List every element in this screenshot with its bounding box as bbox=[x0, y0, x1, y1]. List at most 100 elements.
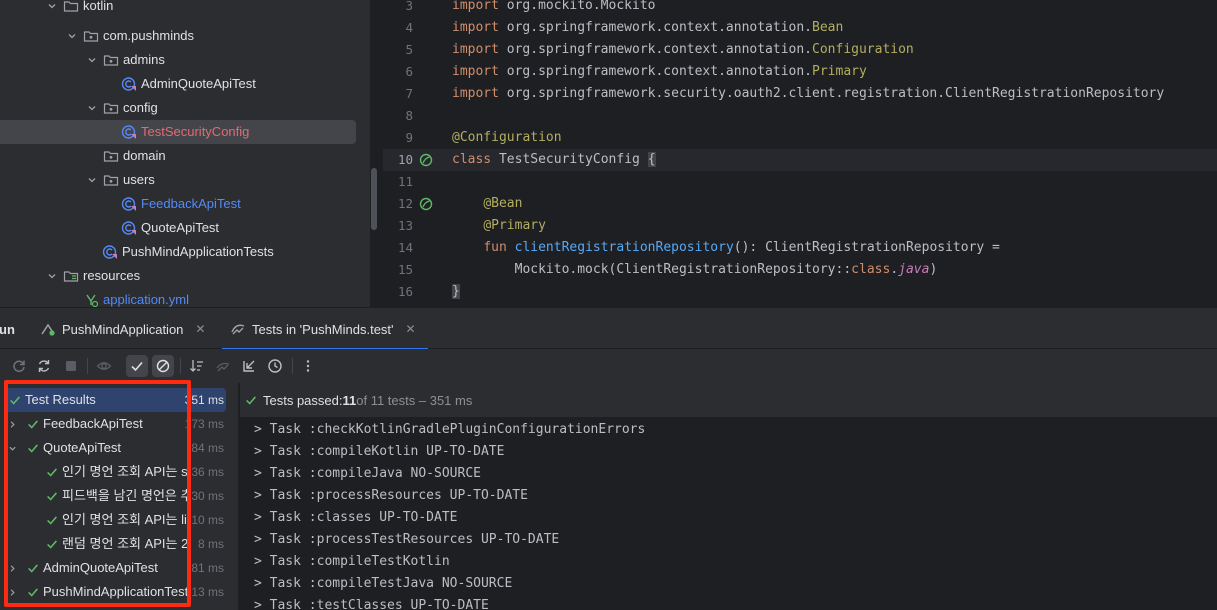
code-line[interactable]: 4 import org.springframework.context.annot… bbox=[383, 17, 1217, 39]
test-result-row[interactable]: 인기 명언 조회 API는 sc 36 ms bbox=[0, 460, 238, 484]
line-number: 7 bbox=[405, 86, 413, 101]
project-tree-item[interactable]: kotlin bbox=[45, 0, 113, 18]
code-line[interactable]: 9 @Configuration bbox=[383, 127, 1217, 149]
toolbar-separator bbox=[180, 358, 181, 374]
rerun-button[interactable] bbox=[8, 355, 30, 377]
code-line[interactable]: 5 import org.springframework.context.annot… bbox=[383, 39, 1217, 61]
code-line[interactable]: 6 import org.springframework.context.annot… bbox=[383, 61, 1217, 83]
tab-label: Tests in 'PushMinds.test' bbox=[252, 321, 394, 337]
tab-label: PushMindApplication bbox=[62, 321, 184, 337]
project-tree-item[interactable]: TestSecurityConfig bbox=[0, 120, 356, 144]
console-line: > Task :checkKotlinGradlePluginConfigura… bbox=[254, 422, 646, 437]
chevron-down-icon[interactable] bbox=[6, 441, 18, 455]
project-tree-item-label: com.pushminds bbox=[103, 28, 195, 43]
show-passed-button[interactable] bbox=[126, 355, 148, 377]
code-line[interactable]: 10 class TestSecurityConfig { bbox=[383, 149, 1217, 171]
test-result-row[interactable]: 랜덤 명언 조회 API는 20 8 ms bbox=[0, 532, 238, 556]
code-line[interactable]: 14 fun clientRegistrationRepository(): C… bbox=[383, 237, 1217, 259]
code-token: } bbox=[452, 284, 460, 299]
project-tree-item[interactable]: admins bbox=[85, 48, 165, 72]
line-number: 12 bbox=[397, 196, 413, 211]
project-tree-item[interactable]: users bbox=[85, 168, 155, 192]
line-number: 4 bbox=[405, 20, 413, 35]
test-result-row[interactable]: PushMindApplicationTests 13 ms bbox=[0, 580, 238, 604]
chevron-down-icon[interactable] bbox=[85, 53, 99, 67]
code-token: ) bbox=[929, 262, 938, 277]
run-tool-window-tabs: un PushMindApplication ✕ Tests in 'PushM… bbox=[0, 307, 1217, 350]
tab-tests-in-pushminds[interactable]: Tests in 'PushMinds.test' ✕ bbox=[222, 308, 428, 350]
console-line: > Task :compileTestJava NO-SOURCE bbox=[254, 576, 513, 591]
chevron-down-icon[interactable] bbox=[45, 269, 59, 283]
project-tree-item[interactable]: AdminQuoteApiTest bbox=[121, 72, 256, 96]
code-line[interactable]: 15 Mockito.mock(ClientRegistrationReposi… bbox=[383, 259, 1217, 281]
chevron-right-icon[interactable] bbox=[6, 585, 18, 599]
line-number: 14 bbox=[397, 240, 413, 255]
chevron-down-icon[interactable] bbox=[45, 0, 59, 13]
close-icon[interactable]: ✕ bbox=[406, 322, 416, 336]
tests-passed-detail: of 11 tests – 351 ms bbox=[356, 392, 473, 408]
rerun-icon bbox=[13, 360, 25, 373]
tests-passed-label: Tests passed: bbox=[263, 392, 343, 408]
tree-scrollbar[interactable] bbox=[371, 168, 377, 230]
project-tree-item[interactable]: QuoteApiTest bbox=[121, 216, 219, 240]
show-ignored-button[interactable] bbox=[152, 355, 174, 377]
history-button[interactable] bbox=[264, 355, 286, 377]
import-tests-button[interactable] bbox=[212, 355, 234, 377]
project-tree-item[interactable]: config bbox=[85, 96, 158, 120]
test-result-row[interactable]: QuoteApiTest 84 ms bbox=[0, 436, 238, 460]
code-token: class bbox=[452, 152, 492, 167]
sort-icon bbox=[190, 360, 203, 372]
test-passed-icon bbox=[45, 465, 59, 479]
console-output[interactable]: > Task :checkKotlinGradlePluginConfigura… bbox=[240, 417, 1217, 610]
test-duration: 84 ms bbox=[191, 441, 224, 455]
test-name: AdminQuoteApiTest bbox=[43, 560, 158, 575]
code-token: @Primary bbox=[483, 218, 546, 233]
test-passed-icon bbox=[8, 393, 22, 407]
project-tree-item[interactable]: domain bbox=[103, 144, 166, 168]
chevron-down-icon[interactable] bbox=[85, 101, 99, 115]
project-tree-item[interactable]: FeedbackApiTest bbox=[121, 192, 241, 216]
chevron-right-icon[interactable] bbox=[6, 561, 18, 575]
line-number: 16 bbox=[397, 284, 413, 299]
project-tree-item-label: application.yml bbox=[103, 292, 189, 307]
code-line[interactable]: 16} bbox=[383, 281, 1217, 303]
package-icon bbox=[103, 100, 119, 116]
line-number: 15 bbox=[397, 262, 413, 277]
test-result-row[interactable]: Test Results 351 ms bbox=[0, 388, 238, 412]
spring-bean-icon[interactable] bbox=[419, 153, 433, 167]
collapse-button[interactable] bbox=[238, 355, 260, 377]
chevron-down-icon[interactable] bbox=[65, 29, 79, 43]
code-line[interactable]: 11 bbox=[383, 171, 1217, 193]
chevron-down-icon[interactable] bbox=[85, 173, 99, 187]
chevron-right-icon[interactable] bbox=[6, 417, 18, 431]
stop-button[interactable] bbox=[60, 355, 82, 377]
test-result-row[interactable]: 인기 명언 조회 API는 lin 10 ms bbox=[0, 508, 238, 532]
test-result-row[interactable]: AdminQuoteApiTest 81 ms bbox=[0, 556, 238, 580]
close-icon[interactable]: ✕ bbox=[195, 322, 205, 336]
code-line[interactable]: 8 bbox=[383, 105, 1217, 127]
project-tree-item[interactable]: com.pushminds bbox=[65, 24, 194, 48]
code-line[interactable]: 7 import org.springframework.security.oaut… bbox=[383, 83, 1217, 105]
show-ignored-icon bbox=[156, 359, 170, 373]
code-editor[interactable]: 3 import org.mockito.Mockito 4 import org.spr… bbox=[383, 0, 1217, 307]
code-text: import org.springframework.context.annota… bbox=[452, 17, 843, 39]
tab-pushmind-application[interactable]: PushMindApplication ✕ bbox=[40, 308, 205, 350]
test-result-row[interactable]: FeedbackApiTest 173 ms bbox=[0, 412, 238, 436]
spring-bean-icon[interactable] bbox=[419, 197, 433, 211]
project-tree-item[interactable]: application.yml bbox=[83, 288, 189, 307]
package-icon bbox=[103, 148, 119, 164]
more-button[interactable] bbox=[297, 355, 319, 377]
project-tree-item[interactable]: PushMindApplicationTests bbox=[102, 240, 274, 264]
code-line[interactable]: 3 import org.mockito.Mockito bbox=[383, 0, 1217, 17]
show-passed-preview-button[interactable] bbox=[93, 355, 115, 377]
code-line[interactable]: 13 @Primary bbox=[383, 215, 1217, 237]
rerun-failed-button[interactable] bbox=[33, 355, 55, 377]
test-result-row[interactable]: 피드백을 남긴 명언은 추 30 ms bbox=[0, 484, 238, 508]
code-line[interactable]: 12 @Bean bbox=[383, 193, 1217, 215]
project-tree-item[interactable]: resources bbox=[45, 264, 140, 288]
sort-button[interactable] bbox=[186, 355, 208, 377]
kotlin-run-icon bbox=[40, 321, 56, 337]
line-number: 11 bbox=[397, 174, 413, 189]
test-duration: 81 ms bbox=[191, 561, 224, 575]
